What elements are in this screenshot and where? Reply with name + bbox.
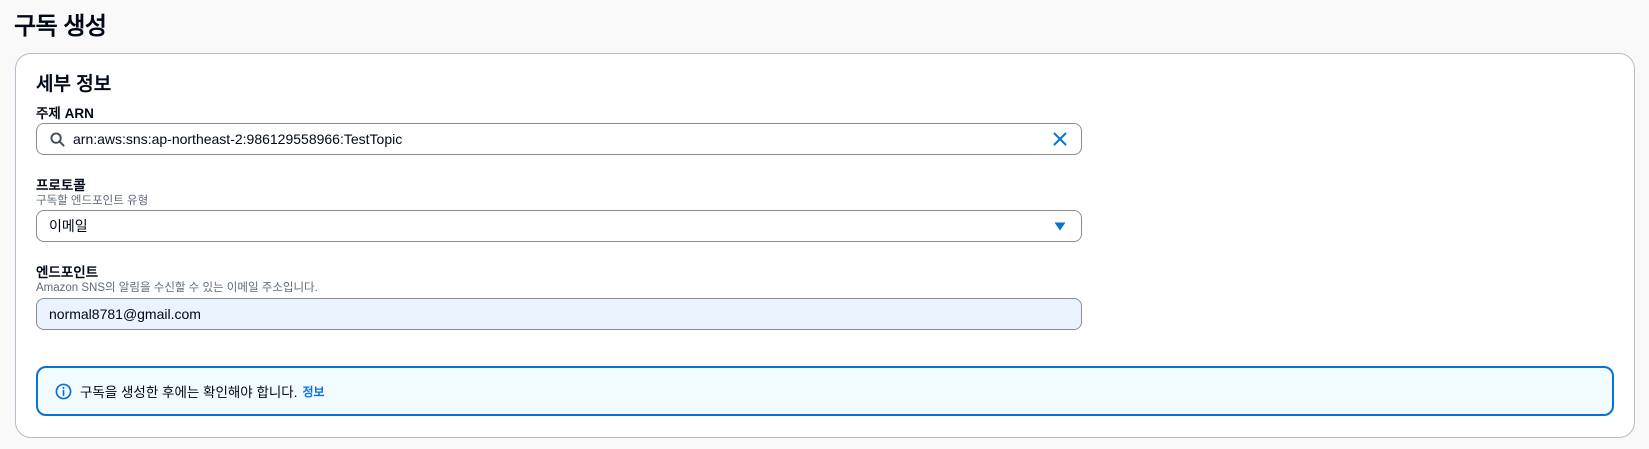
endpoint-label: 엔드포인트	[36, 265, 99, 280]
alert-info-link[interactable]: 정보	[302, 383, 324, 400]
protocol-label: 프로토콜	[36, 178, 86, 193]
info-icon	[54, 382, 72, 400]
details-container: 세부 정보 주제 ARN arn:aws:sns:ap-northeast-2:…	[15, 53, 1635, 438]
endpoint-value: normal8781@gmail.com	[49, 306, 201, 322]
info-alert: 구독을 생성한 후에는 확인해야 합니다. 정보	[36, 366, 1614, 416]
search-icon	[49, 131, 65, 147]
topic-arn-label: 주제 ARN	[36, 106, 94, 121]
close-icon[interactable]	[1049, 128, 1071, 150]
topic-arn-input[interactable]: arn:aws:sns:ap-northeast-2:986129558966:…	[36, 123, 1082, 155]
section-title: 세부 정보	[36, 74, 112, 95]
endpoint-input[interactable]: normal8781@gmail.com	[36, 298, 1082, 330]
protocol-description: 구독할 엔드포인트 유형	[36, 195, 149, 207]
alert-message: 구독을 생성한 후에는 확인해야 합니다.	[80, 385, 298, 400]
endpoint-description: Amazon SNS의 알림을 수신할 수 있는 이메일 주소입니다.	[36, 282, 318, 294]
protocol-select[interactable]: 이메일	[36, 210, 1082, 242]
caret-down-icon	[1049, 215, 1071, 237]
page-title: 구독 생성	[14, 13, 107, 40]
protocol-selected-value: 이메일	[49, 218, 88, 234]
topic-arn-value: arn:aws:sns:ap-northeast-2:986129558966:…	[73, 131, 403, 147]
